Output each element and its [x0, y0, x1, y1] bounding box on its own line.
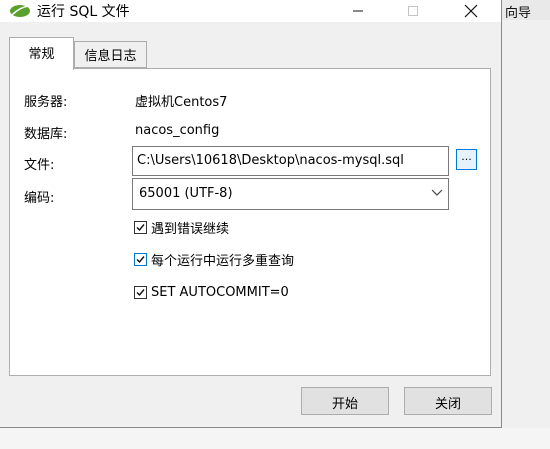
server-value: 虚拟机Centos7 [135, 95, 228, 110]
database-value: nacos_config [135, 123, 220, 138]
minimize-button[interactable] [335, 0, 381, 22]
window-title: 运行 SQL 文件 [37, 4, 130, 20]
background-window [502, 0, 550, 449]
maximize-button[interactable] [390, 0, 436, 22]
maximize-icon [408, 6, 418, 16]
continue-on-error-checkbox[interactable] [134, 220, 147, 234]
background-area [0, 428, 550, 449]
encoding-selected-value: 65001 (UTF-8) [139, 186, 233, 201]
file-label: 文件: [24, 158, 55, 173]
background-window-title: 向导 [505, 6, 532, 21]
general-panel [9, 68, 491, 376]
autocommit-checkbox[interactable] [134, 285, 147, 299]
start-button[interactable]: 开始 [301, 387, 389, 415]
chevron-down-icon [431, 189, 443, 196]
checkmark-icon [136, 288, 145, 296]
database-label: 数据库: [24, 127, 68, 142]
navicat-leaf-icon [10, 5, 30, 17]
file-path-input[interactable]: C:\Users\10618\Desktop\nacos-mysql.sql [132, 146, 449, 176]
encoding-select[interactable]: 65001 (UTF-8) [132, 178, 449, 210]
multiple-queries-checkbox[interactable] [134, 252, 147, 266]
autocommit-label: SET AUTOCOMMIT=0 [151, 284, 289, 300]
browse-button[interactable]: ... [456, 149, 477, 170]
encoding-label: 编码: [24, 191, 55, 206]
server-label: 服务器: [24, 95, 68, 110]
run-sql-file-dialog: 运行 SQL 文件 常规 信息日志 服务器: 虚拟机Centos7 数据库: n… [0, 0, 502, 428]
close-button[interactable]: 关闭 [404, 387, 492, 415]
close-icon [464, 4, 478, 18]
close-window-button[interactable] [448, 0, 494, 22]
checkmark-icon [136, 223, 145, 231]
tab-general[interactable]: 常规 [9, 37, 74, 70]
minimize-icon [353, 10, 363, 12]
multiple-queries-label: 每个运行中运行多重查询 [151, 253, 295, 269]
autocommit-option[interactable]: SET AUTOCOMMIT=0 [134, 283, 289, 301]
checkmark-icon [136, 255, 145, 263]
title-bar[interactable]: 运行 SQL 文件 [0, 0, 501, 22]
multiple-queries-option[interactable]: 每个运行中运行多重查询 [134, 250, 295, 269]
tab-message-log[interactable]: 信息日志 [74, 41, 147, 68]
continue-on-error-option[interactable]: 遇到错误继续 [134, 218, 230, 237]
continue-on-error-label: 遇到错误继续 [151, 221, 230, 237]
